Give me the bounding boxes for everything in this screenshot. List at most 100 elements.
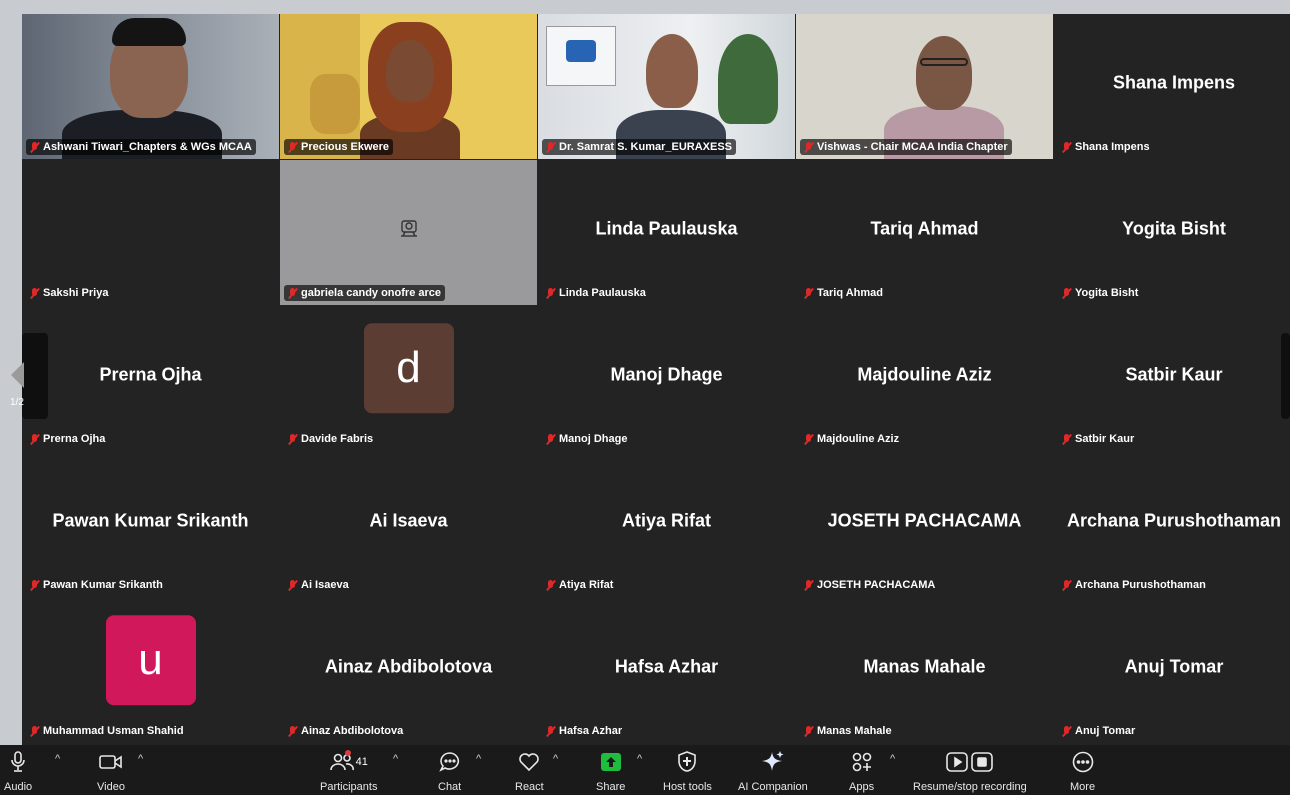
share-label: Share — [596, 781, 626, 793]
participants-label: Participants — [320, 781, 378, 793]
participant-tile[interactable]: Linda Paulauska Linda Paulauska — [538, 160, 795, 305]
host-tools-button[interactable]: Host tools — [663, 749, 712, 793]
video-camera-icon — [99, 755, 122, 769]
participant-tile[interactable]: Prerna Ojha Prerna Ojha — [22, 306, 279, 451]
participant-tile[interactable]: Hafsa Azhar Hafsa Azhar — [538, 598, 795, 743]
participant-tile[interactable]: Sakshi Priya — [22, 160, 279, 305]
video-options-caret[interactable]: ^ — [138, 753, 143, 765]
muted-microphone-icon — [804, 141, 813, 153]
participant-name: Tariq Ahmad — [817, 287, 884, 299]
participant-name-label: Sakshi Priya — [26, 285, 112, 301]
participant-tile[interactable]: Ainaz Abdibolotova Ainaz Abdibolotova — [280, 598, 537, 743]
participant-tile[interactable]: u Muhammad Usman Shahid — [22, 598, 279, 743]
participant-name-label: Manas Mahale — [800, 723, 896, 739]
muted-microphone-icon — [1062, 287, 1071, 299]
participant-name-label: Vishwas - Chair MCAA India Chapter — [800, 139, 1012, 155]
participant-display-name: Majdouline Aziz — [857, 363, 992, 384]
participant-tile[interactable]: Ashwani Tiwari_Chapters & WGs MCAA — [22, 14, 279, 159]
chat-button[interactable]: Chat — [438, 749, 461, 793]
muted-microphone-icon — [1062, 141, 1071, 153]
react-label: React — [515, 781, 544, 793]
video-feed — [22, 14, 279, 159]
participant-display-name: Shana Impens — [1112, 71, 1236, 92]
participant-tile[interactable]: Satbir Kaur Satbir Kaur — [1054, 306, 1290, 451]
apps-options-caret[interactable]: ^ — [890, 753, 895, 765]
share-button[interactable]: Share — [596, 749, 625, 793]
participant-tile[interactable]: d Davide Fabris — [280, 306, 537, 451]
participant-tile[interactable]: gabriela candy onofre arce — [280, 160, 537, 305]
participant-display-name: Anuj Tomar — [1124, 655, 1224, 676]
audio-label: Audio — [4, 781, 33, 793]
participant-tile[interactable]: Tariq Ahmad Tariq Ahmad — [796, 160, 1053, 305]
participant-tile[interactable]: Precious Ekwere — [280, 14, 537, 159]
participant-name: Linda Paulauska — [559, 287, 646, 299]
apps-button[interactable]: Apps — [849, 749, 874, 793]
camera-off-icon — [400, 219, 417, 237]
participant-tile[interactable]: Dr. Samrat S. Kumar_EURAXESS — [538, 14, 795, 159]
participants-options-caret[interactable]: ^ — [393, 753, 398, 765]
participant-name: gabriela candy onofre arce — [301, 287, 441, 299]
resume-stop-recording-button[interactable]: Resume/stop recording — [913, 749, 1027, 793]
participant-display-name: Ainaz Abdibolotova — [324, 655, 493, 676]
more-button[interactable]: More — [1070, 749, 1095, 793]
participant-name-label: Ai Isaeva — [284, 577, 353, 593]
previous-page-arrow-icon[interactable] — [11, 362, 24, 388]
participant-name: Atiya Rifat — [559, 579, 614, 591]
participant-display-name: JOSETH PACHACAMA — [827, 509, 1022, 530]
participant-display-name: Ai Isaeva — [369, 509, 448, 530]
participant-tile[interactable]: Atiya Rifat Atiya Rifat — [538, 452, 795, 597]
participant-tile[interactable]: Pawan Kumar Srikanth Pawan Kumar Srikanth — [22, 452, 279, 597]
ai-companion-button[interactable]: AI Companion — [738, 749, 808, 793]
heart-icon — [519, 753, 540, 772]
participant-name: Ashwani Tiwari_Chapters & WGs MCAA — [43, 141, 252, 153]
video-label: Video — [97, 781, 125, 793]
participant-tile[interactable]: Anuj Tomar Anuj Tomar — [1054, 598, 1290, 743]
participant-tile[interactable]: Yogita Bisht Yogita Bisht — [1054, 160, 1290, 305]
audio-options-caret[interactable]: ^ — [55, 753, 60, 765]
participant-name: Shana Impens — [1075, 141, 1150, 153]
muted-microphone-icon — [1062, 579, 1071, 591]
previous-page-button[interactable] — [22, 333, 48, 419]
react-button[interactable]: React — [515, 749, 544, 793]
participant-tile[interactable]: Manoj Dhage Manoj Dhage — [538, 306, 795, 451]
muted-microphone-icon — [546, 433, 555, 445]
participant-name-label: gabriela candy onofre arce — [284, 285, 445, 301]
video-feed — [280, 14, 537, 159]
participants-notification-dot — [344, 750, 351, 756]
share-screen-icon — [600, 753, 621, 771]
participant-tile[interactable]: Archana Purushothaman Archana Purushotham… — [1054, 452, 1290, 597]
participant-name: Hafsa Azhar — [559, 725, 623, 737]
participant-name-label: Tariq Ahmad — [800, 285, 887, 301]
chat-label: Chat — [438, 781, 462, 793]
audio-button[interactable]: Audio — [4, 749, 32, 793]
participant-name: Sakshi Priya — [43, 287, 109, 299]
microphone-icon — [11, 751, 25, 772]
participant-tile[interactable]: JOSETH PACHACAMA JOSETH PACHACAMA — [796, 452, 1053, 597]
apps-label: Apps — [849, 781, 875, 793]
muted-microphone-icon — [30, 141, 39, 153]
share-options-caret[interactable]: ^ — [637, 753, 642, 765]
video-button[interactable]: Video — [97, 749, 125, 793]
page-indicator: 1/2 — [10, 397, 24, 408]
participant-name: Ai Isaeva — [301, 579, 349, 591]
participant-name: Dr. Samrat S. Kumar_EURAXESS — [559, 141, 733, 153]
participant-tile[interactable]: Vishwas - Chair MCAA India Chapter — [796, 14, 1053, 159]
participants-button[interactable]: 41 Participants — [320, 749, 377, 793]
participant-tile[interactable]: Manas Mahale Manas Mahale — [796, 598, 1053, 743]
chat-options-caret[interactable]: ^ — [476, 753, 481, 765]
recording-label: Resume/stop recording — [913, 781, 1027, 793]
participant-name-label: Shana Impens — [1058, 139, 1154, 155]
muted-microphone-icon — [30, 433, 39, 445]
participant-tile[interactable]: Shana Impens Shana Impens — [1054, 14, 1290, 159]
muted-microphone-icon — [546, 287, 555, 299]
muted-microphone-icon — [804, 725, 813, 737]
recording-controls-icon — [946, 752, 993, 772]
gallery-stage: Ashwani Tiwari_Chapters & WGs MCAA Precio… — [22, 14, 1290, 745]
participant-name: Pawan Kumar Srikanth — [43, 579, 163, 591]
muted-microphone-icon — [1062, 725, 1071, 737]
participant-tile[interactable]: Ai Isaeva Ai Isaeva — [280, 452, 537, 597]
react-options-caret[interactable]: ^ — [553, 753, 558, 765]
next-page-button[interactable] — [1281, 333, 1290, 419]
participant-tile[interactable]: Majdouline Aziz Majdouline Aziz — [796, 306, 1053, 451]
more-label: More — [1070, 781, 1096, 793]
